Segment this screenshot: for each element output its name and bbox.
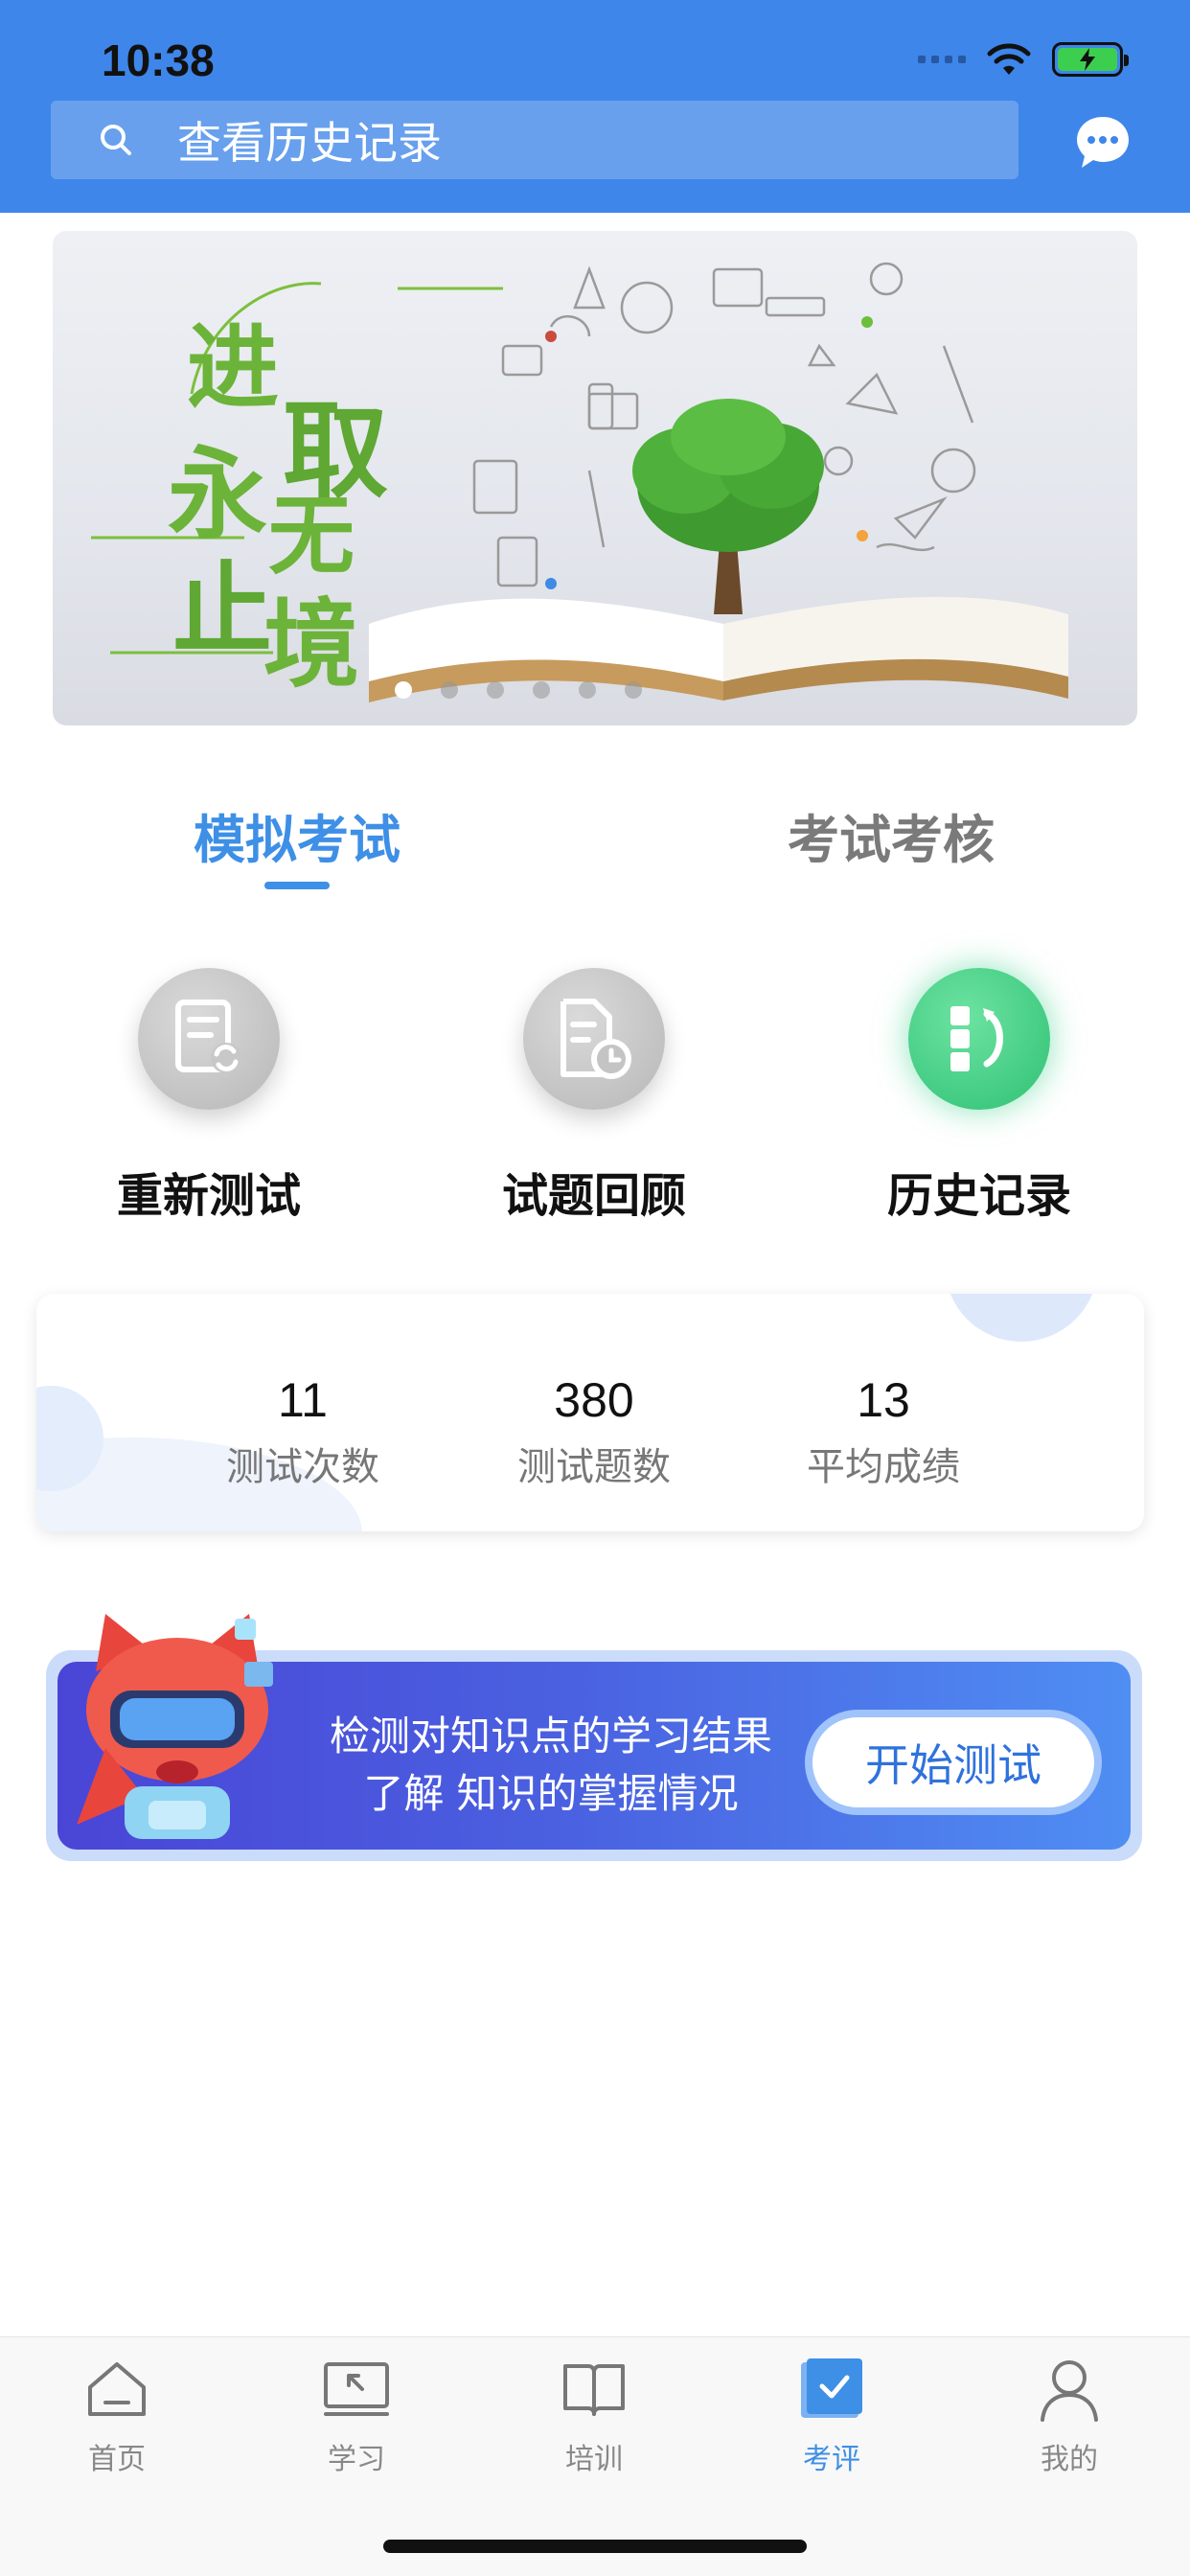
carousel-indicator [53, 681, 1137, 699]
active-tab-underline [264, 882, 330, 889]
tabbar-label: 首页 [88, 2443, 146, 2476]
stat-average-score: 13 平均成绩 [759, 1372, 1008, 1491]
history-label: 历史记录 [886, 1169, 1071, 1223]
signal-icon [918, 56, 966, 63]
home-indicator [383, 2540, 807, 2553]
promo-banner-carousel[interactable]: 进 取 永 无 止 境 [53, 231, 1137, 725]
book-icon [563, 2364, 625, 2416]
message-icon[interactable] [1073, 113, 1133, 172]
stat-question-count: 380 测试题数 [469, 1372, 719, 1491]
study-icon [324, 2362, 389, 2416]
carousel-dot[interactable] [625, 681, 642, 699]
start-test-button[interactable]: 开始测试 [805, 1710, 1102, 1815]
carousel-dot[interactable] [395, 681, 412, 699]
carousel-dot[interactable] [533, 681, 550, 699]
stat-caption: 平均成绩 [807, 1445, 960, 1489]
start-test-banner: 检测对知识点的学习结果 了解 知识的掌握情况 开始测试 [46, 1614, 1142, 1861]
carousel-dot[interactable] [441, 681, 458, 699]
retest-icon [138, 968, 280, 1110]
tabbar-item-home[interactable]: 首页 [31, 2355, 203, 2477]
retest-label: 重新测试 [116, 1169, 301, 1223]
stat-value: 13 [857, 1373, 910, 1427]
tabbar-item-assessment[interactable]: 考评 [745, 2355, 918, 2477]
search-icon [101, 125, 131, 155]
search-bar[interactable]: 查看历史记录 [51, 101, 1018, 179]
stat-test-count: 11 测试次数 [178, 1372, 427, 1491]
promo-line-2: 了解 知识的掌握情况 [363, 1770, 739, 1817]
tabbar-label: 考评 [803, 2443, 860, 2476]
action-row: 重新测试 试题回顾 历史记录 [0, 968, 1190, 1246]
tabbar-label: 我的 [1041, 2443, 1098, 2476]
review-icon [523, 968, 665, 1110]
status-icons [918, 42, 1129, 77]
promo-description: 检测对知识点的学习结果 了解 知识的掌握情况 [302, 1708, 800, 1823]
exam-tabs: 模拟考试 考试考核 [0, 797, 1190, 893]
battery-icon [1052, 42, 1129, 77]
header: 10:38 查看历史记录 [0, 0, 1190, 213]
stat-value: 11 [278, 1373, 328, 1427]
slogan-char: 进 [187, 313, 279, 422]
stats-card: 11 测试次数 380 测试题数 13 平均成绩 [36, 1294, 1144, 1531]
carousel-dot[interactable] [579, 681, 596, 699]
decoration [945, 1294, 1098, 1342]
review-button[interactable]: 试题回顾 [469, 968, 719, 1225]
banner-slogan: 进 取 永 无 止 境 [168, 269, 465, 701]
stat-value: 380 [554, 1373, 634, 1427]
tabbar-label: 培训 [565, 2443, 623, 2476]
promo-line-1: 检测对知识点的学习结果 [329, 1713, 772, 1760]
review-label: 试题回顾 [501, 1169, 686, 1223]
stat-caption: 测试次数 [226, 1445, 379, 1489]
tab-mock-exam[interactable]: 模拟考试 [194, 797, 400, 873]
search-placeholder: 查看历史记录 [177, 117, 442, 169]
history-icon [908, 968, 1050, 1110]
check-icon [801, 2358, 862, 2418]
retest-button[interactable]: 重新测试 [84, 968, 333, 1225]
tabbar-item-study[interactable]: 学习 [270, 2355, 443, 2477]
slogan-char: 止 [172, 550, 273, 668]
tabbar-item-training[interactable]: 培训 [508, 2355, 680, 2477]
tab-exam-assessment[interactable]: 考试考核 [788, 797, 995, 873]
home-icon [88, 2362, 146, 2416]
person-icon [1041, 2360, 1098, 2422]
tabbar-item-mine[interactable]: 我的 [983, 2355, 1156, 2477]
status-time: 10:38 [102, 35, 215, 85]
robot-mascot-icon [77, 1614, 273, 1839]
history-button[interactable]: 历史记录 [855, 968, 1104, 1225]
tabbar-label: 学习 [328, 2443, 385, 2476]
stat-caption: 测试题数 [517, 1445, 671, 1489]
wifi-icon [987, 43, 1031, 75]
carousel-dot[interactable] [487, 681, 504, 699]
